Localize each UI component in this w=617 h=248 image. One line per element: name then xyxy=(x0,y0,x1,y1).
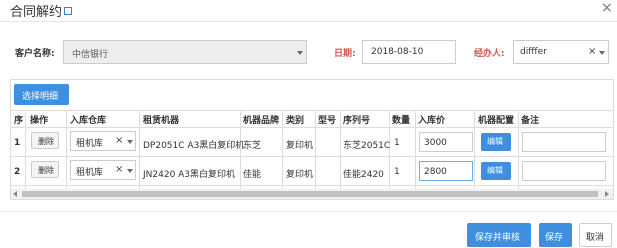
table-border xyxy=(11,110,613,111)
delete-button[interactable]: 删除 xyxy=(31,132,59,149)
row-divider xyxy=(11,156,613,157)
clear-icon[interactable]: × xyxy=(115,135,123,146)
date-input-value: 2018-08-10 xyxy=(371,47,424,57)
column-header-brand: 机器品牌 xyxy=(243,116,280,126)
save-label: 保存 xyxy=(545,232,564,242)
clear-icon[interactable]: × xyxy=(588,46,596,57)
warehouse-select-value: 租机库 xyxy=(76,139,104,149)
quantity-cell: 1 xyxy=(394,138,400,148)
date-label: 日期: xyxy=(334,49,356,59)
horizontal-scrollbar[interactable] xyxy=(11,189,613,199)
maximize-icon[interactable] xyxy=(64,7,73,15)
brand-cell: 佳能 xyxy=(243,170,262,180)
handler-select-value: difffer xyxy=(520,47,547,57)
delete-button-label: 删除 xyxy=(38,166,54,175)
edit-config-button[interactable]: 编辑 xyxy=(481,133,511,151)
footer-divider xyxy=(0,211,617,212)
column-divider xyxy=(25,110,26,189)
handler-select[interactable]: difffer × xyxy=(513,40,609,64)
quantity-cell: 1 xyxy=(394,167,400,177)
column-header-quantity: 数量 xyxy=(392,116,411,126)
title-divider xyxy=(0,21,617,22)
dialog-title-text: 合同解约 xyxy=(10,5,63,20)
customer-select[interactable]: 中信银行 xyxy=(63,40,307,64)
edit-config-label: 编辑 xyxy=(487,166,503,175)
clear-icon[interactable]: × xyxy=(115,164,123,175)
column-header-price: 入库价 xyxy=(418,116,446,126)
dialog-titlebar: 合同解约 × xyxy=(0,0,617,20)
customer-label: 客户名称: xyxy=(15,49,55,59)
save-and-review-button[interactable]: 保存并审核 xyxy=(467,223,531,247)
price-input[interactable]: 2800 xyxy=(419,161,473,181)
machine-cell: DP2051C A3黑白复印机 xyxy=(143,141,245,151)
column-divider xyxy=(315,110,316,189)
warehouse-select[interactable]: 租机库 × xyxy=(70,131,136,151)
column-header-config: 机器配置 xyxy=(478,116,515,126)
column-header-index: 序 xyxy=(14,116,24,126)
edit-config-button[interactable]: 编辑 xyxy=(481,162,511,180)
edit-config-label: 编辑 xyxy=(487,137,503,146)
column-divider xyxy=(415,110,416,189)
column-divider xyxy=(66,110,67,189)
category-cell: 复印机 xyxy=(286,141,314,151)
header-divider xyxy=(11,127,613,128)
dialog-title: 合同解约 xyxy=(10,1,73,20)
column-header-remark: 备注 xyxy=(521,116,540,126)
row-index: 2 xyxy=(14,167,21,177)
save-and-review-label: 保存并审核 xyxy=(475,232,521,242)
price-input[interactable]: 3000 xyxy=(419,132,473,152)
remark-input[interactable] xyxy=(522,161,606,181)
column-divider xyxy=(518,110,519,189)
remark-input[interactable] xyxy=(522,132,606,152)
column-header-serial: 序列号 xyxy=(343,116,371,126)
column-divider xyxy=(340,110,341,189)
serial-cell: 佳能2420 xyxy=(343,170,384,180)
scroll-right-icon[interactable] xyxy=(605,191,609,197)
delete-button-label: 删除 xyxy=(38,137,54,146)
cancel-label: 取消 xyxy=(586,232,605,242)
customer-select-value: 中信银行 xyxy=(72,50,109,60)
category-cell: 复印机 xyxy=(286,170,314,180)
price-input-value: 2800 xyxy=(424,167,447,177)
cancel-button[interactable]: 取消 xyxy=(579,223,612,247)
close-icon[interactable]: × xyxy=(601,0,613,16)
column-header-machine: 租赁机器 xyxy=(143,116,180,126)
choose-detail-label: 选择明细 xyxy=(22,91,59,101)
row-index: 1 xyxy=(14,138,21,148)
warehouse-select[interactable]: 租机库 × xyxy=(70,160,136,180)
column-divider xyxy=(282,110,283,189)
column-header-action: 操作 xyxy=(30,116,49,126)
delete-button[interactable]: 删除 xyxy=(31,161,59,178)
price-input-value: 3000 xyxy=(424,138,447,148)
warehouse-select-value: 租机库 xyxy=(76,168,104,178)
column-header-category: 类别 xyxy=(286,116,305,126)
scrollbar-thumb[interactable] xyxy=(22,191,598,197)
save-button[interactable]: 保存 xyxy=(539,223,572,247)
machine-cell: JN2420 A3黑白复印机 xyxy=(143,170,236,180)
column-header-model: 型号 xyxy=(318,116,337,126)
handler-label: 经办人: xyxy=(474,49,505,59)
choose-detail-button[interactable]: 选择明细 xyxy=(14,84,69,105)
column-header-warehouse: 入库仓库 xyxy=(70,116,107,126)
scroll-left-icon[interactable] xyxy=(13,191,17,197)
chevron-down-icon xyxy=(127,140,133,144)
chevron-down-icon xyxy=(599,51,605,55)
serial-cell: 东芝2051C xyxy=(343,141,391,151)
chevron-down-icon xyxy=(127,169,133,173)
detail-table: 序 操作 入库仓库 租赁机器 机器品牌 类别 型号 序列号 数量 入库价 机器配… xyxy=(11,110,613,189)
row-divider xyxy=(11,185,613,186)
chevron-down-icon xyxy=(297,51,303,55)
column-divider xyxy=(474,110,475,189)
column-divider xyxy=(139,110,140,189)
brand-cell: 东芝 xyxy=(243,141,262,151)
date-input[interactable]: 2018-08-10 xyxy=(362,40,456,64)
